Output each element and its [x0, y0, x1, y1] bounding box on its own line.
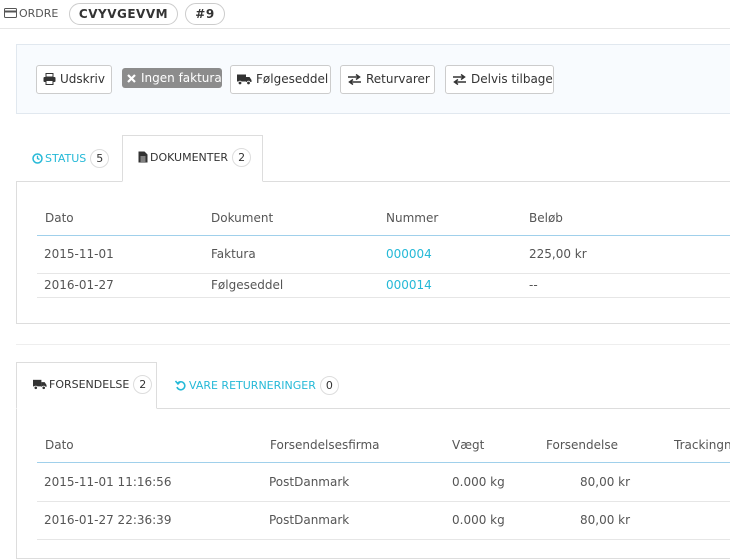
document-amount: --	[529, 278, 538, 292]
exchange-icon	[348, 73, 361, 86]
tab-merchandise-returns-label: VARE RETURNERINGER	[189, 379, 316, 392]
shipping-cost: 80,00 kr	[580, 513, 631, 527]
column-header-carrier: Forsendelsesfirma	[270, 438, 380, 452]
print-button-label: Udskriv	[60, 72, 105, 86]
document-date: 2016-01-27	[44, 278, 114, 292]
shipping-weight: 0.000 kg	[452, 475, 505, 489]
document-number-link[interactable]: 000004	[386, 247, 432, 261]
column-header-weight: Vægt	[452, 438, 485, 452]
returns-count-badge: 0	[319, 376, 339, 395]
tab-merchandise-returns[interactable]: VARE RETURNERINGER 0	[174, 376, 339, 395]
truck-icon	[237, 74, 252, 86]
row-divider	[37, 273, 730, 274]
shipping-weight: 0.000 kg	[452, 513, 505, 527]
status-count-badge: 5	[90, 149, 110, 168]
tab-shipping-label: FORSENDELSE	[49, 378, 130, 391]
documents-panel	[16, 182, 730, 324]
print-icon	[43, 73, 56, 85]
table-header-underline	[37, 462, 730, 463]
row-divider	[37, 501, 730, 502]
section-separator	[16, 344, 730, 345]
document-icon	[138, 151, 148, 163]
order-header: ORDRE CVYVGEVVM #9	[0, 0, 730, 29]
order-label: ORDRE	[19, 7, 59, 20]
no-invoice-button[interactable]: Ingen faktura	[122, 68, 222, 88]
row-divider	[37, 297, 730, 298]
order-number-badge: #9	[185, 3, 225, 25]
tab-documents[interactable]: DOKUMENTER 2	[122, 135, 263, 182]
shipping-carrier: PostDanmark	[269, 475, 350, 489]
documents-count-badge: 2	[232, 148, 252, 167]
partial-refund-button-label: Delvis tilbage	[471, 72, 553, 86]
row-divider	[37, 539, 730, 540]
return-products-button[interactable]: Returvarer	[340, 65, 435, 94]
column-header-amount: Beløb	[529, 211, 563, 225]
shipping-cost: 80,00 kr	[580, 475, 631, 489]
column-header-date: Dato	[45, 211, 74, 225]
table-header-underline	[37, 235, 730, 236]
column-header-document: Dokument	[211, 211, 274, 225]
tab-documents-label: DOKUMENTER	[150, 151, 229, 164]
delivery-slip-button[interactable]: Følgeseddel	[230, 65, 331, 94]
document-amount: 225,00 kr	[529, 247, 587, 261]
tab-shipping[interactable]: FORSENDELSE 2	[16, 362, 157, 409]
credit-card-icon	[4, 8, 17, 18]
delivery-slip-button-label: Følgeseddel	[256, 72, 329, 86]
column-header-number: Nummer	[386, 211, 439, 225]
order-reference-badge: CVYVGEVVM	[69, 3, 178, 25]
document-date: 2015-11-01	[44, 247, 114, 261]
undo-icon	[174, 380, 186, 391]
shipping-date: 2016-01-27 22:36:39	[44, 513, 172, 527]
clock-icon	[32, 153, 43, 164]
no-invoice-button-label: Ingen faktura	[141, 71, 222, 85]
column-header-date: Dato	[45, 438, 74, 452]
document-type: Faktura	[211, 247, 256, 261]
tab-status-label: STATUS	[45, 152, 87, 165]
document-number-link[interactable]: 000014	[386, 278, 432, 292]
column-header-shipping-cost: Forsendelse	[546, 438, 618, 452]
shipping-count-badge: 2	[133, 375, 153, 394]
truck-icon	[33, 379, 47, 390]
print-button[interactable]: Udskriv	[36, 65, 112, 94]
shipping-date: 2015-11-01 11:16:56	[44, 475, 172, 489]
exchange-icon	[453, 73, 466, 86]
shipping-carrier: PostDanmark	[269, 513, 350, 527]
document-type: Følgeseddel	[211, 278, 284, 292]
close-icon	[127, 74, 136, 83]
column-header-tracking-number: Trackingnu	[674, 438, 730, 452]
partial-refund-button[interactable]: Delvis tilbage	[445, 65, 554, 94]
tab-status[interactable]: STATUS 5	[32, 149, 110, 168]
return-products-button-label: Returvarer	[366, 72, 430, 86]
